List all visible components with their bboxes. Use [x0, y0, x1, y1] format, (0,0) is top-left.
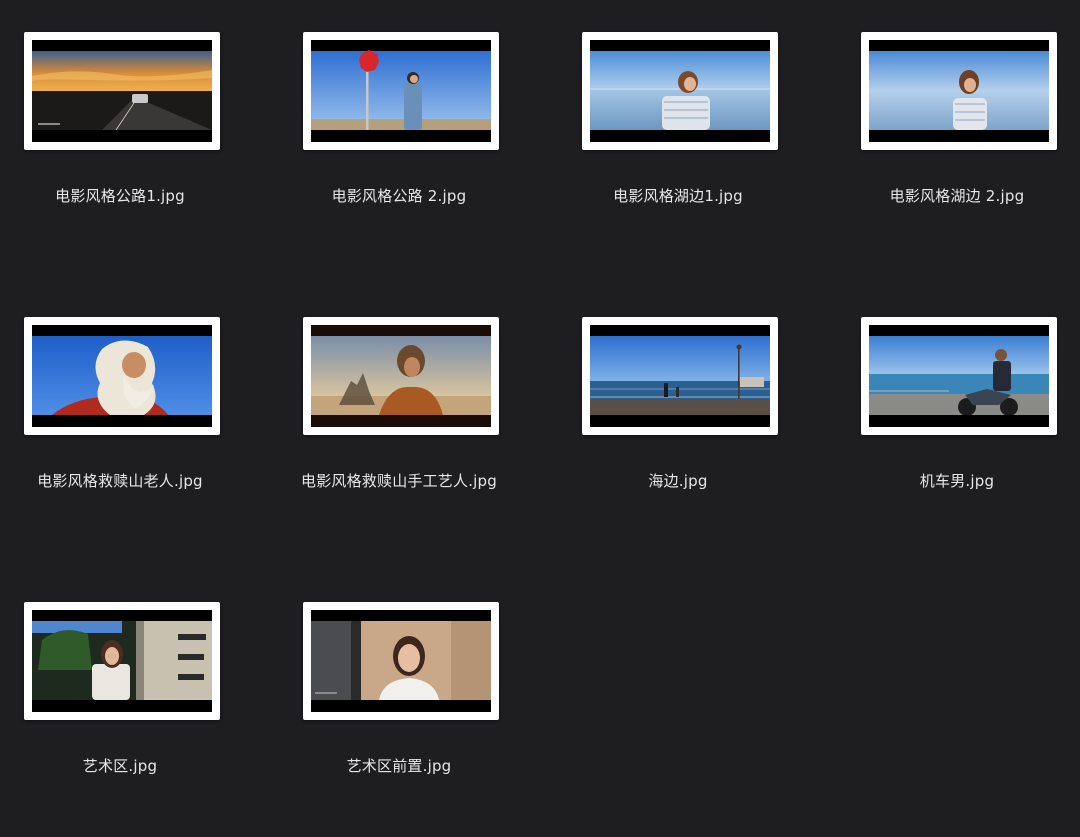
file-name[interactable]: 海边.jpg	[558, 471, 798, 491]
photo-art-district-selfie	[311, 610, 491, 712]
file-name[interactable]: 电影风格公路1.jpg	[0, 186, 240, 206]
photo-seaside-pier	[590, 325, 770, 427]
file-thumbnail[interactable]	[303, 32, 499, 150]
file-item[interactable]: 电影风格救赎山手工艺人.jpg	[279, 285, 519, 515]
photo-old-man-beard	[32, 325, 212, 427]
photo-desert-artisan	[311, 325, 491, 427]
file-item[interactable]: 电影风格救赎山老人.jpg	[0, 285, 240, 515]
file-name[interactable]: 艺术区前置.jpg	[279, 756, 519, 776]
file-thumbnail[interactable]	[24, 602, 220, 720]
file-thumbnail[interactable]	[861, 32, 1057, 150]
file-thumbnail[interactable]	[24, 32, 220, 150]
photo-motorcycle-man	[869, 325, 1049, 427]
file-item[interactable]: 艺术区前置.jpg	[279, 570, 519, 800]
file-thumbnail[interactable]	[582, 32, 778, 150]
photo-art-district	[32, 610, 212, 712]
file-grid: 电影风格公路1.jpg 电影风格公路 2.jpg 电影风格湖边1.jpg 电影风…	[0, 0, 1080, 837]
file-item[interactable]: 电影风格公路 2.jpg	[279, 0, 519, 230]
file-thumbnail[interactable]	[303, 317, 499, 435]
file-name[interactable]: 电影风格湖边 2.jpg	[837, 186, 1077, 206]
file-name[interactable]: 电影风格公路 2.jpg	[279, 186, 519, 206]
file-name[interactable]: 机车男.jpg	[837, 471, 1077, 491]
file-thumbnail[interactable]	[24, 317, 220, 435]
file-name[interactable]: 电影风格救赎山老人.jpg	[0, 471, 240, 491]
file-thumbnail[interactable]	[861, 317, 1057, 435]
file-item[interactable]: 电影风格湖边 2.jpg	[837, 0, 1077, 230]
file-thumbnail[interactable]	[303, 602, 499, 720]
file-item[interactable]: 机车男.jpg	[837, 285, 1077, 515]
file-name[interactable]: 艺术区.jpg	[0, 756, 240, 776]
file-name[interactable]: 电影风格湖边1.jpg	[558, 186, 798, 206]
photo-lake-woman-1	[590, 40, 770, 142]
file-name[interactable]: 电影风格救赎山手工艺人.jpg	[279, 471, 519, 491]
photo-road-sunset	[32, 40, 212, 142]
file-item[interactable]: 电影风格湖边1.jpg	[558, 0, 798, 230]
file-item[interactable]: 电影风格公路1.jpg	[0, 0, 240, 230]
photo-stop-sign-woman	[311, 40, 491, 142]
file-thumbnail[interactable]	[582, 317, 778, 435]
photo-lake-woman-2	[869, 40, 1049, 142]
file-item[interactable]: 海边.jpg	[558, 285, 798, 515]
file-item[interactable]: 艺术区.jpg	[0, 570, 240, 800]
